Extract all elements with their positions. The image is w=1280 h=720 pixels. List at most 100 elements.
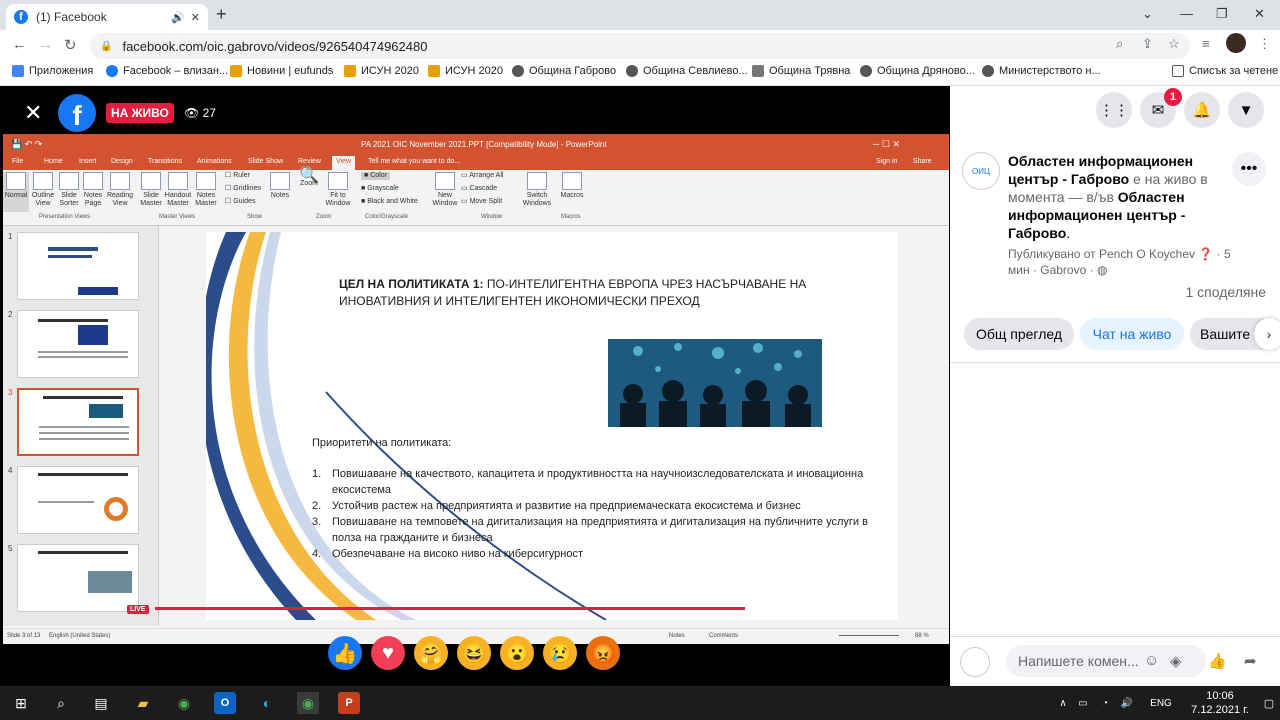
chevron-right-icon[interactable]: › <box>1254 318 1280 350</box>
emoji-icon[interactable]: ☺ <box>1144 652 1159 669</box>
chrome-active-icon[interactable]: ◉ <box>297 692 319 714</box>
search-icon[interactable]: ⌕ <box>50 692 72 714</box>
user-avatar[interactable] <box>960 647 990 677</box>
time: 10:06 <box>1206 690 1234 702</box>
input-language[interactable]: ENG <box>1146 692 1176 714</box>
share-arrow-icon[interactable]: ➦ <box>1244 652 1257 670</box>
maximize-button[interactable]: ❐ <box>1216 6 1228 22</box>
shares-count[interactable]: 1 споделяне <box>1186 284 1267 300</box>
bookmark-apps[interactable]: Приложения <box>12 65 93 77</box>
page-avatar[interactable]: ОИЦ <box>962 152 1000 190</box>
bookmark-dryanovo[interactable]: Община Дряново... <box>860 65 975 77</box>
outlook-icon[interactable]: O <box>214 692 236 714</box>
bookmark-eufunds[interactable]: Новини | eufunds <box>230 65 333 77</box>
facebook-logo[interactable]: f <box>58 94 96 132</box>
move-split: ▭ Move Split <box>461 198 503 205</box>
wifi-icon[interactable]: ◔ <box>1094 692 1116 714</box>
viewer-count: 👁 27 <box>184 106 216 120</box>
tray-arrow-icon[interactable]: ∧ <box>1052 692 1074 714</box>
browser-tab[interactable]: f (1) Facebook 🔊 ✕ <box>6 4 208 30</box>
thumb-number: 5 <box>8 544 13 553</box>
haha-reaction-icon[interactable]: 😆 <box>457 636 491 670</box>
bookmark-ministry[interactable]: Министерството н... <box>982 65 1101 77</box>
bookmark-isun-2[interactable]: ИСУН 2020 <box>428 65 503 77</box>
reload-icon[interactable]: ↻ <box>64 36 77 54</box>
bookmark-label: Новини | eufunds <box>247 65 334 77</box>
zoom-icon[interactable]: ⌕ <box>1116 36 1123 52</box>
bookmark-isun-1[interactable]: ИСУН 2020 <box>344 65 419 77</box>
label: Macros <box>560 192 584 199</box>
video-player[interactable]: ✕ f НА ЖИВО 👁 27 💾 ↶ ↷ PA 2021 OIC Novem… <box>0 86 950 686</box>
zoom-level: 88 % <box>915 633 929 639</box>
outline-icon <box>33 172 53 190</box>
color-mode: ■ Color <box>361 172 390 180</box>
menu-file: File <box>12 158 24 165</box>
account-dropdown-icon[interactable]: ▼ <box>1228 92 1264 128</box>
tab-overview[interactable]: Общ преглед <box>964 318 1074 350</box>
published-by[interactable]: Публикувано от Pench O Koychev <box>1008 247 1195 261</box>
new-tab-button[interactable]: + <box>216 4 227 25</box>
slide-title: ЦЕЛ НА ПОЛИТИКАТА 1: ПО-ИНТЕЛИГЕНТНА ЕВР… <box>339 276 859 310</box>
reading-list[interactable]: Списък за четене <box>1172 65 1278 77</box>
volume-icon[interactable]: 🔊 <box>1116 692 1138 714</box>
thumb-number: 1 <box>8 232 13 241</box>
browser-toolbar: ← → ↻ 🔒 facebook.com/oic.gabrovo/videos/… <box>0 30 1280 60</box>
people-silhouettes-icon <box>608 339 822 427</box>
slide-counter: Slide 3 of 13 <box>7 633 41 639</box>
minimize-button[interactable]: — <box>1180 6 1193 21</box>
bookmark-facebook[interactable]: Facebook – влизан... <box>106 65 228 77</box>
switch-icon <box>527 172 547 190</box>
like-icon[interactable]: 👍 <box>1208 652 1227 670</box>
sad-reaction-icon[interactable]: 😢 <box>543 636 577 670</box>
tab-live-chat[interactable]: Чат на живо <box>1080 318 1184 350</box>
network-icon[interactable]: ▭ <box>1072 692 1094 714</box>
more-options-icon[interactable]: ••• <box>1232 152 1266 186</box>
notification-center-icon[interactable]: ▢ <box>1258 692 1280 714</box>
menu-dots-icon[interactable]: ⋮ <box>1258 36 1271 52</box>
tab-search-icon[interactable]: ⌄ <box>1142 6 1153 22</box>
label: Outline View <box>31 192 55 207</box>
bookmarks-bar: Приложения Facebook – влизан... Новини |… <box>0 60 1280 86</box>
bookmark-star-icon[interactable]: ☆ <box>1168 36 1180 52</box>
file-explorer-icon[interactable]: ▰ <box>132 692 154 714</box>
clock[interactable]: 10:06 7.12.2021 г. <box>1180 689 1260 717</box>
bookmark-gabrovo[interactable]: Община Габрово <box>512 65 616 77</box>
task-view-icon[interactable]: ▤ <box>90 692 112 714</box>
back-icon[interactable]: ← <box>12 36 27 53</box>
sticker-icon[interactable]: ◈ <box>1170 652 1182 670</box>
notes-page-icon <box>83 172 103 190</box>
forward-icon[interactable]: → <box>38 36 53 53</box>
chrome-icon[interactable]: ◉ <box>173 692 195 714</box>
like-reaction-icon[interactable]: 👍 <box>328 636 362 670</box>
close-tab-icon[interactable]: ✕ <box>191 11 200 24</box>
label: Reading View <box>106 192 134 207</box>
edge-icon[interactable]: ◐ <box>256 692 278 714</box>
windows-start-icon[interactable]: ⊞ <box>10 692 32 714</box>
video-progress-bar[interactable] <box>155 607 745 610</box>
slide-master-icon <box>141 172 161 190</box>
powerpoint-icon[interactable]: P <box>338 692 360 714</box>
label: Cascade <box>469 185 498 192</box>
love-reaction-icon[interactable]: ♥ <box>371 636 405 670</box>
profile-avatar[interactable] <box>1226 33 1246 53</box>
fit-icon <box>328 172 348 190</box>
wow-reaction-icon[interactable]: 😮 <box>500 636 534 670</box>
care-reaction-icon[interactable]: 🤗 <box>414 636 448 670</box>
reading-list-icon <box>1172 65 1184 77</box>
speaker-icon[interactable]: 🔊 <box>171 11 185 24</box>
close-window-button[interactable]: ✕ <box>1254 6 1265 22</box>
reading-mode-icon[interactable]: ≡ <box>1202 36 1210 51</box>
share-icon[interactable]: ⇪ <box>1142 36 1153 52</box>
label: Color <box>370 172 387 179</box>
grayscale-mode: ■ Grayscale <box>361 185 399 192</box>
bookmark-sevlievo[interactable]: Община Севлиево... <box>626 65 748 77</box>
menu-grid-icon[interactable]: ⋮⋮ <box>1096 92 1132 128</box>
notes-icon <box>270 172 290 190</box>
bookmark-label: ИСУН 2020 <box>361 65 419 77</box>
label: Switch Windows <box>522 192 552 207</box>
notifications-bell-icon[interactable]: 🔔 <box>1184 92 1220 128</box>
bookmark-tryavna[interactable]: Община Трявна <box>752 65 850 77</box>
angry-reaction-icon[interactable]: 😡 <box>586 636 620 670</box>
address-bar[interactable]: 🔒 facebook.com/oic.gabrovo/videos/926540… <box>90 33 1190 59</box>
close-icon[interactable]: ✕ <box>24 100 42 126</box>
